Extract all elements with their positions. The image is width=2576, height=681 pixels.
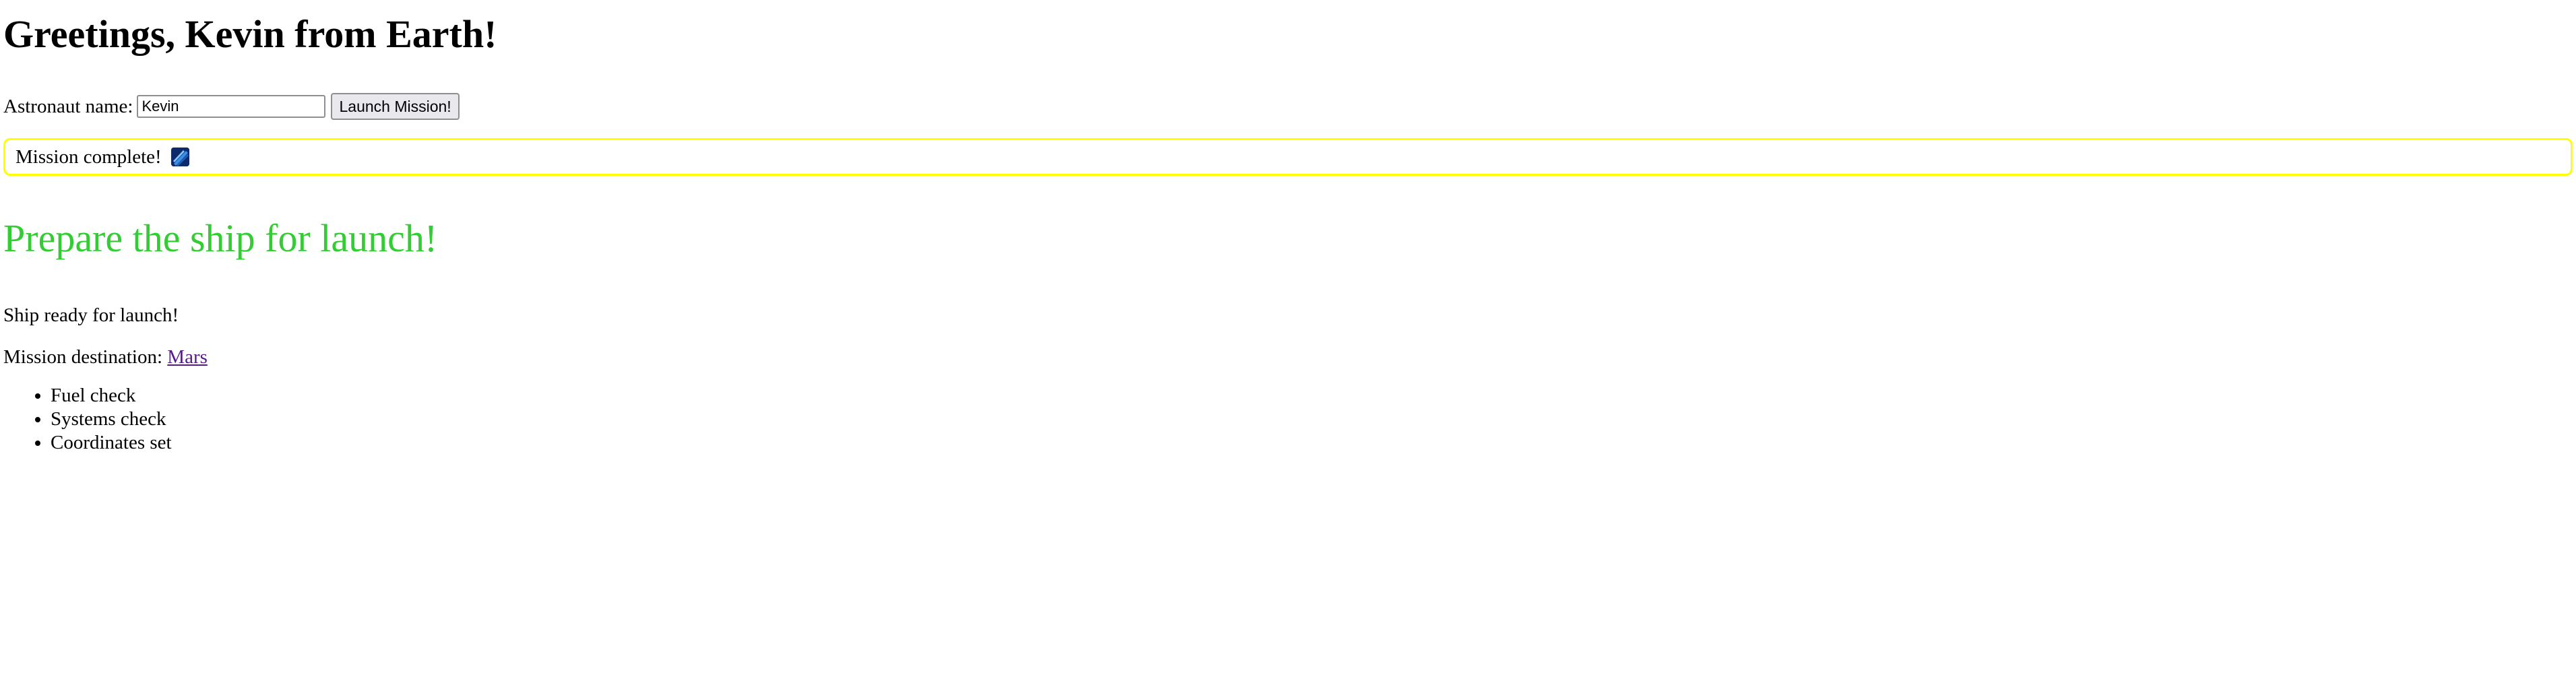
page-title: Greetings, Kevin from Earth! bbox=[3, 12, 497, 56]
mission-status-box: Mission complete! bbox=[3, 138, 2573, 176]
page: Greetings, Kevin from Earth! Astronaut n… bbox=[0, 0, 2576, 681]
astronaut-name-label: Astronaut name: bbox=[3, 95, 133, 117]
list-item: Systems check bbox=[51, 408, 2573, 431]
launch-checklist: Fuel check Systems check Coordinates set bbox=[3, 384, 2573, 455]
mission-destination: Mission destination: Mars bbox=[3, 345, 2573, 369]
astronaut-name-row: Astronaut name: Launch Mission! bbox=[3, 92, 2573, 121]
rocket-icon bbox=[170, 148, 189, 166]
mission-status-text: Mission complete! bbox=[15, 145, 162, 168]
launch-mission-button[interactable]: Launch Mission! bbox=[331, 93, 460, 120]
astronaut-name-input[interactable] bbox=[137, 95, 326, 118]
ship-status-text: Ship ready for launch! bbox=[3, 304, 179, 326]
launch-heading: Prepare the ship for launch! bbox=[3, 216, 438, 260]
destination-link[interactable]: Mars bbox=[167, 346, 208, 368]
list-item: Fuel check bbox=[51, 384, 2573, 408]
list-item: Coordinates set bbox=[51, 431, 2573, 455]
destination-label: Mission destination: bbox=[3, 346, 163, 368]
